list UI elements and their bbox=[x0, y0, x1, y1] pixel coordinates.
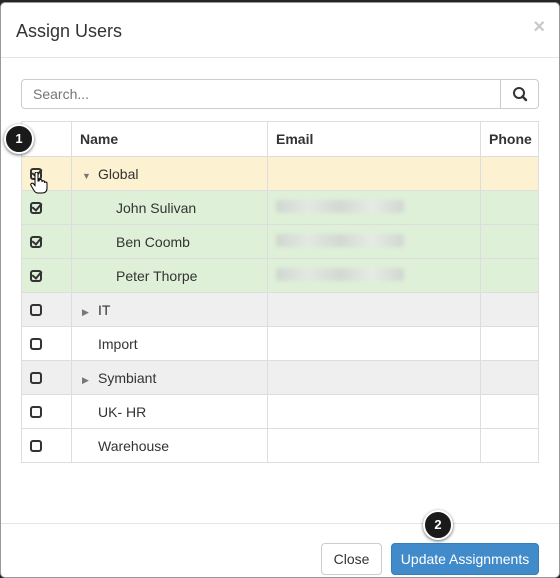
row-name: Peter Thorpe bbox=[71, 258, 268, 293]
search-icon bbox=[513, 87, 528, 102]
row-name: John Sulivan bbox=[71, 190, 268, 225]
table-row[interactable]: Import bbox=[21, 326, 539, 361]
close-button[interactable]: Close bbox=[321, 543, 382, 575]
expand-triangle-icon[interactable]: ▶ bbox=[82, 375, 94, 386]
table-row[interactable]: John Sulivan bbox=[21, 190, 539, 225]
hand-cursor-icon bbox=[30, 172, 48, 194]
modal-header: Assign Users × bbox=[1, 3, 559, 58]
search-input[interactable] bbox=[21, 79, 501, 109]
table-row[interactable]: ▼ Global bbox=[21, 156, 539, 191]
collapse-triangle-icon[interactable]: ▼ bbox=[82, 171, 94, 181]
step-1-marker: 1 bbox=[4, 124, 34, 154]
checkbox[interactable] bbox=[30, 371, 42, 384]
header-phone[interactable]: Phone bbox=[480, 121, 539, 157]
users-table: Name Email Phone ▼ Global John Sulivan Be… bbox=[21, 121, 539, 463]
row-name: Symbiant bbox=[98, 369, 157, 386]
row-name: Import bbox=[98, 335, 138, 352]
checkbox[interactable] bbox=[30, 337, 42, 350]
checkbox[interactable] bbox=[30, 405, 42, 418]
modal-title: Assign Users bbox=[16, 21, 123, 41]
header-email[interactable]: Email bbox=[267, 121, 481, 157]
row-name: Ben Coomb bbox=[71, 224, 268, 259]
checkbox[interactable] bbox=[30, 201, 42, 214]
table-row[interactable]: Warehouse bbox=[21, 428, 539, 463]
redacted-email bbox=[276, 233, 404, 247]
row-name: UK- HR bbox=[98, 403, 147, 420]
row-name: Warehouse bbox=[98, 437, 170, 454]
checkbox[interactable] bbox=[30, 269, 42, 282]
step-2-marker: 2 bbox=[423, 510, 453, 540]
assign-users-modal: Assign Users × Name Email Phone ▼ Global bbox=[0, 2, 560, 578]
checkbox[interactable] bbox=[30, 303, 42, 316]
table-row[interactable]: UK- HR bbox=[21, 394, 539, 429]
redacted-email bbox=[276, 199, 404, 213]
expand-triangle-icon[interactable]: ▶ bbox=[82, 307, 94, 318]
search-bar bbox=[21, 79, 539, 111]
search-button[interactable] bbox=[500, 79, 539, 109]
modal-footer: Close Update Assignments bbox=[1, 523, 559, 577]
table-header-row: Name Email Phone bbox=[21, 121, 539, 157]
table-row[interactable]: ▶ Symbiant bbox=[21, 360, 539, 395]
header-name[interactable]: Name bbox=[71, 121, 268, 157]
row-name: IT bbox=[98, 301, 111, 318]
redacted-email bbox=[276, 267, 404, 281]
close-icon[interactable]: × bbox=[533, 16, 545, 39]
table-row[interactable]: Ben Coomb bbox=[21, 224, 539, 259]
checkbox[interactable] bbox=[30, 235, 42, 248]
row-name: Global bbox=[98, 165, 139, 182]
checkbox[interactable] bbox=[30, 439, 42, 452]
table-row[interactable]: ▶ IT bbox=[21, 292, 539, 327]
update-assignments-button[interactable]: Update Assignments bbox=[391, 543, 539, 575]
table-row[interactable]: Peter Thorpe bbox=[21, 258, 539, 293]
